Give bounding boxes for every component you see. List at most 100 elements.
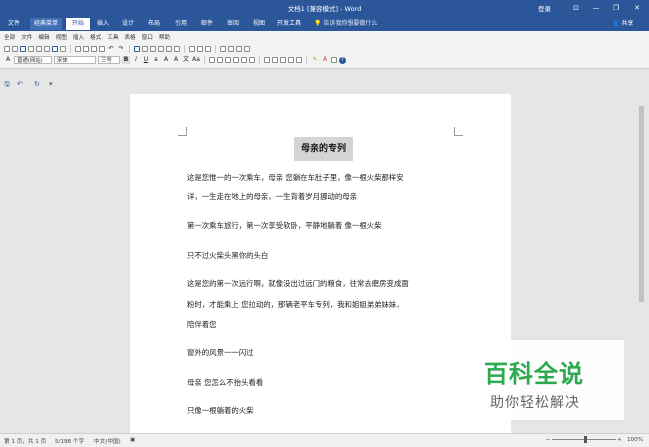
zoom-slider-knob[interactable] xyxy=(584,436,587,443)
zoom-level[interactable]: 100% xyxy=(627,437,643,443)
distribute-icon[interactable] xyxy=(241,57,247,63)
menu-tools[interactable]: 工具 xyxy=(107,33,118,42)
zoom-in-icon[interactable]: + xyxy=(617,437,622,443)
menu-all[interactable]: 全部 xyxy=(4,33,15,42)
cut-icon[interactable] xyxy=(75,46,81,52)
language-indicator[interactable]: 中文(中国) xyxy=(94,437,121,445)
reading-mode-icon[interactable] xyxy=(331,57,337,63)
qat-customize-icon[interactable]: ▾ xyxy=(49,80,53,88)
redo-icon[interactable]: ↷ xyxy=(117,45,125,53)
print-icon[interactable] xyxy=(36,46,42,52)
scroll-thumb[interactable] xyxy=(639,106,644,302)
word-count[interactable]: 5/198 个字 xyxy=(55,437,84,445)
font-color-icon[interactable]: A xyxy=(321,56,329,64)
columns-icon[interactable] xyxy=(166,46,172,52)
research-icon[interactable] xyxy=(60,46,66,52)
tab-design[interactable]: 设计 xyxy=(118,18,138,30)
tab-layout[interactable]: 布局 xyxy=(143,18,165,30)
align-right-icon[interactable] xyxy=(225,57,231,63)
document-page[interactable]: 母亲的专列 这是您惟一的一次乘车，母亲 您躺在车肚子里，像一根火柴那样安 详，一… xyxy=(130,94,511,446)
symbol-icon[interactable] xyxy=(236,46,242,52)
document-map-icon[interactable] xyxy=(189,46,195,52)
tab-home[interactable]: 开始 xyxy=(66,18,90,30)
drawing-icon[interactable] xyxy=(174,46,180,52)
tell-me-box[interactable]: 💡 告诉我你想要做什么 xyxy=(314,18,377,30)
align-left-icon[interactable] xyxy=(209,57,215,63)
tab-view[interactable]: 视图 xyxy=(248,18,270,30)
styles-pane-icon[interactable]: A xyxy=(4,56,12,64)
font-size-combo[interactable]: 三号 xyxy=(98,56,120,64)
change-case-icon[interactable]: Aa xyxy=(192,56,200,64)
minimize-icon[interactable]: — xyxy=(587,0,605,16)
underline-icon[interactable]: U xyxy=(142,56,150,64)
menu-edit[interactable]: 编辑 xyxy=(38,33,49,42)
menu-insert[interactable]: 插入 xyxy=(73,33,84,42)
share-button[interactable]: 👤 共享 xyxy=(612,17,633,30)
insert-table-icon[interactable] xyxy=(150,46,156,52)
justify-icon[interactable] xyxy=(233,57,239,63)
equation-icon[interactable] xyxy=(244,46,250,52)
help-icon[interactable]: ? xyxy=(339,56,346,64)
textbox-icon[interactable] xyxy=(228,46,234,52)
margin-mark-top-left xyxy=(178,127,187,136)
char-border-icon[interactable]: A xyxy=(162,56,170,64)
tab-developer[interactable]: 开发工具 xyxy=(273,18,305,30)
style-combo[interactable]: 普通(网站) xyxy=(14,56,52,64)
tab-mailings[interactable]: 邮件 xyxy=(196,18,218,30)
borders-icon[interactable] xyxy=(296,57,302,63)
status-bar: 第 1 页，共 1 页 5/198 个字 中文(中国) ▣ − + 100% xyxy=(0,433,649,447)
insert-excel-icon[interactable] xyxy=(158,46,164,52)
save-icon[interactable] xyxy=(20,46,26,52)
paste-icon[interactable] xyxy=(91,46,97,52)
phonetic-guide-icon[interactable]: 文 xyxy=(182,56,190,64)
ribbon-options-icon[interactable]: ⊡ xyxy=(567,0,585,16)
decrease-indent-icon[interactable] xyxy=(280,57,286,63)
qat-undo-icon[interactable]: ↶ xyxy=(17,80,23,88)
qat-redo-icon[interactable]: ↻ xyxy=(34,80,40,88)
page-count[interactable]: 第 1 页，共 1 页 xyxy=(4,437,46,445)
undo-icon[interactable]: ↶ xyxy=(107,45,115,53)
line-spacing-icon[interactable] xyxy=(249,57,255,63)
bullets-icon[interactable] xyxy=(272,57,278,63)
menu-table[interactable]: 表格 xyxy=(124,33,135,42)
hyperlink-icon[interactable] xyxy=(134,46,140,52)
tab-insert[interactable]: 插入 xyxy=(93,18,113,30)
tables-borders-icon[interactable] xyxy=(142,46,148,52)
menu-view[interactable]: 视图 xyxy=(56,33,67,42)
increase-indent-icon[interactable] xyxy=(288,57,294,63)
login-link[interactable]: 登录 xyxy=(538,3,551,13)
menu-file[interactable]: 文件 xyxy=(21,33,32,42)
print-preview-icon[interactable] xyxy=(44,46,50,52)
bold-icon[interactable]: B xyxy=(122,56,130,64)
zoom-icon[interactable] xyxy=(205,46,211,52)
share-label: 共享 xyxy=(621,20,634,27)
show-hide-icon[interactable] xyxy=(197,46,203,52)
tab-file[interactable]: 文件 xyxy=(3,18,25,30)
restore-icon[interactable]: ❐ xyxy=(607,0,625,16)
shapes-icon[interactable] xyxy=(220,46,226,52)
copy-icon[interactable] xyxy=(83,46,89,52)
tab-review[interactable]: 审阅 xyxy=(222,18,244,30)
menu-help[interactable]: 帮助 xyxy=(159,33,170,42)
spelling-icon[interactable] xyxy=(52,46,58,52)
qat-save-icon[interactable]: 🖫 xyxy=(4,80,10,91)
new-doc-icon[interactable] xyxy=(4,46,10,52)
align-center-icon[interactable] xyxy=(217,57,223,63)
zoom-out-icon[interactable]: − xyxy=(546,437,551,443)
strikethrough-icon[interactable]: a xyxy=(152,56,160,64)
menu-window[interactable]: 窗口 xyxy=(142,33,153,42)
format-painter-icon[interactable] xyxy=(99,46,105,52)
highlight-icon[interactable]: ✎ xyxy=(311,56,319,64)
close-icon[interactable]: ✕ xyxy=(628,0,646,16)
char-shading-icon[interactable]: A xyxy=(172,56,180,64)
document-title: 母亲的专列 xyxy=(294,137,353,161)
open-icon[interactable] xyxy=(12,46,18,52)
permission-icon[interactable] xyxy=(28,46,34,52)
font-combo[interactable]: 宋体 xyxy=(54,56,96,64)
tab-references[interactable]: 引用 xyxy=(170,18,192,30)
italic-icon[interactable]: I xyxy=(132,56,140,64)
macro-record-icon[interactable]: ▣ xyxy=(130,437,135,443)
tab-classic-menu[interactable]: 经典菜单 xyxy=(30,18,62,30)
numbering-icon[interactable] xyxy=(264,57,270,63)
menu-format[interactable]: 格式 xyxy=(90,33,101,42)
